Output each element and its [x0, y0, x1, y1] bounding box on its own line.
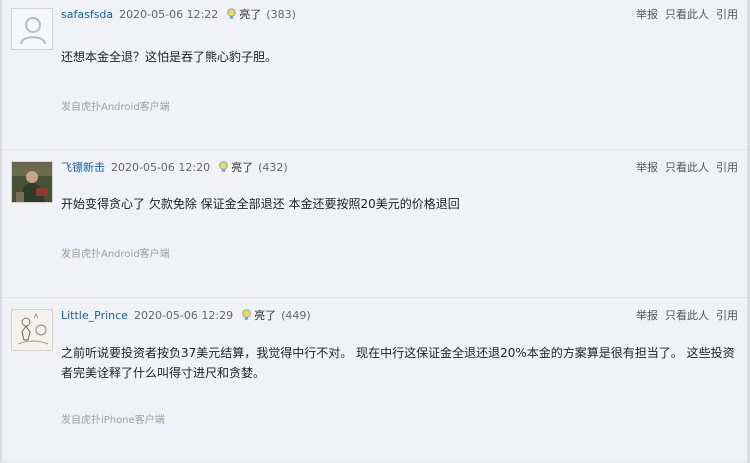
quote-link[interactable]: 引用	[716, 6, 738, 22]
only-this-user-link[interactable]: 只看此人	[665, 307, 709, 323]
report-link[interactable]: 举报	[636, 307, 658, 323]
light-button[interactable]: 亮了	[241, 307, 276, 323]
lightbulb-icon	[242, 309, 251, 320]
photo-avatar-icon	[12, 162, 52, 202]
post-source: 发自虎扑Android客户端	[61, 249, 170, 260]
light-count: (432)	[258, 160, 288, 174]
post-divider	[2, 461, 747, 462]
sketch-avatar-icon	[12, 310, 52, 350]
only-this-user-link[interactable]: 只看此人	[665, 159, 709, 175]
post-actions: 举报 只看此人 引用	[636, 307, 738, 323]
quote-link[interactable]: 引用	[716, 159, 738, 175]
post-content: 开始变得贪心了 欠款免除 保证金全部退还 本金还要按照20美元的价格退回	[61, 197, 460, 211]
post-source: 发自虎扑iPhone客户端	[61, 415, 165, 426]
default-avatar-icon	[12, 9, 52, 49]
lightbulb-icon	[227, 8, 237, 19]
report-link[interactable]: 举报	[636, 6, 658, 22]
post-meta: safasfsda 2020-05-06 12:22 亮了 (383)	[61, 6, 296, 22]
avatar[interactable]	[11, 161, 53, 203]
username-link[interactable]: 飞镖新击	[61, 159, 105, 175]
reply-post: safasfsda 2020-05-06 12:22 亮了 (383) 举报 只…	[2, 0, 747, 150]
avatar[interactable]	[11, 8, 53, 50]
post-content: 之前听说要投资者按负37美元结算，我觉得中行不对。 现在中行这保证金全退还退20…	[61, 346, 735, 380]
post-meta: 飞镖新击 2020-05-06 12:20 亮了 (432)	[61, 159, 288, 175]
light-label: 亮了	[231, 161, 254, 174]
light-button[interactable]: 亮了	[226, 6, 261, 22]
light-label: 亮了	[254, 309, 277, 322]
post-actions: 举报 只看此人 引用	[636, 6, 738, 22]
quote-link[interactable]: 引用	[716, 307, 738, 323]
light-count: (383)	[266, 7, 296, 21]
username-link[interactable]: safasfsda	[61, 8, 113, 21]
avatar[interactable]	[11, 309, 53, 351]
lightbulb-icon	[219, 161, 228, 172]
only-this-user-link[interactable]: 只看此人	[665, 6, 709, 22]
post-actions: 举报 只看此人 引用	[636, 159, 738, 175]
light-count: (449)	[281, 308, 311, 322]
post-source: 发自虎扑Android客户端	[61, 102, 170, 113]
report-link[interactable]: 举报	[636, 159, 658, 175]
post-date: 2020-05-06 12:20	[111, 160, 211, 174]
reply-post: Little_Prince 2020-05-06 12:29 亮了 (449) …	[2, 298, 747, 463]
post-date: 2020-05-06 12:29	[133, 308, 234, 322]
post-content: 还想本金全退？这怕是吞了熊心豹子胆。	[61, 50, 278, 64]
light-label: 亮了	[239, 8, 262, 21]
post-date: 2020-05-06 12:22	[119, 7, 219, 21]
light-button[interactable]: 亮了	[218, 159, 253, 175]
post-meta: Little_Prince 2020-05-06 12:29 亮了 (449)	[61, 307, 311, 323]
username-link[interactable]: Little_Prince	[61, 309, 128, 322]
reply-post: 飞镖新击 2020-05-06 12:20 亮了 (432) 举报 只看此人 引…	[2, 150, 747, 298]
